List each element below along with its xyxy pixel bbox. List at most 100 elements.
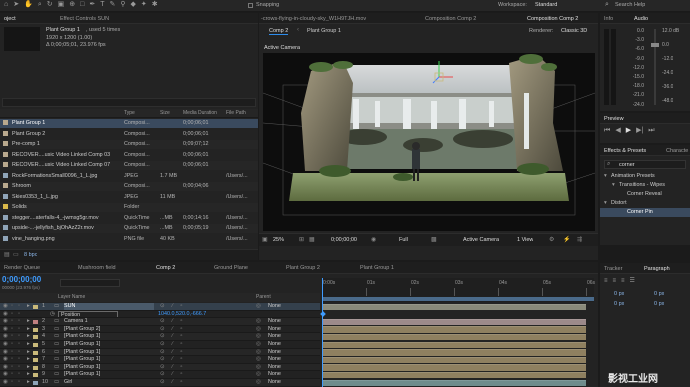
parent-select[interactable]: None — [268, 349, 308, 356]
tab-paragraph[interactable]: Paragraph — [644, 265, 670, 273]
layer-row[interactable]: ◉ ▫ ▫ ▸ 3 ▭ [Plant Group 2] ⊙ ∕ ▫ ◎ None — [0, 325, 320, 334]
search-help-input[interactable]: Search Help — [615, 2, 645, 8]
col-file-path[interactable]: File Path — [226, 110, 246, 116]
parent-select[interactable]: None — [268, 326, 308, 333]
visibility-eye-icon[interactable]: ◉ — [3, 364, 8, 371]
effects-tree-item[interactable]: Corner Pin — [600, 208, 690, 217]
lock-icon[interactable]: ▫ — [18, 318, 20, 325]
tab-tracker[interactable]: Tracker — [604, 265, 622, 273]
effects-tree-item[interactable]: ▾ Transitions - Wipes — [600, 181, 690, 190]
layer-row[interactable]: ◉ ▫ ▫ ▸ 8 ▭ [Plant Group 1] ⊙ ∕ ▫ ◎ None — [0, 363, 320, 372]
renderer-select[interactable]: Classic 3D — [561, 28, 587, 34]
switches-icons[interactable]: ⊙ ∕ ▫ — [160, 364, 185, 371]
pickwhip-icon[interactable]: ◎ — [256, 356, 261, 363]
roto-tool-icon[interactable]: ✦ — [141, 1, 147, 11]
lock-icon[interactable]: ▫ — [18, 303, 20, 310]
zoom-select[interactable]: 25% — [273, 237, 284, 243]
view-options-icon[interactable]: ⚙ — [549, 236, 554, 243]
parent-select[interactable]: None — [268, 333, 308, 340]
zoom-tool-icon[interactable]: ⌕ — [38, 1, 42, 11]
layer-name[interactable]: SUN — [64, 303, 154, 310]
label-color-swatch[interactable] — [33, 358, 38, 363]
always-preview-icon[interactable]: ▣ — [262, 236, 268, 243]
lock-icon[interactable]: ▫ — [18, 326, 20, 333]
tab-render-queue[interactable]: Render Queue — [4, 264, 40, 272]
layer-name[interactable]: [Plant Group 1] — [64, 356, 154, 363]
flowchart-icon[interactable]: ⇶ — [577, 236, 582, 243]
indent-left-value[interactable]: 0 px — [614, 291, 624, 297]
next-frame-icon[interactable]: ▶| — [636, 127, 643, 137]
layer-name[interactable]: [Plant Group 1] — [64, 333, 154, 340]
pickwhip-icon[interactable]: ◎ — [256, 318, 261, 325]
align-right-icon[interactable]: ≡ — [621, 277, 625, 285]
playhead-line[interactable] — [322, 278, 323, 387]
audio-icon[interactable]: ▫ — [11, 364, 13, 371]
label-color-swatch[interactable] — [33, 343, 38, 347]
expand-triangle-icon[interactable]: ▸ — [27, 318, 30, 325]
switches-icons[interactable]: ⊙ ∕ ▫ — [160, 326, 185, 333]
project-item[interactable]: vine_hanging.png PNG file 40 KB/Users/... — [0, 234, 258, 244]
breadcrumb-plant-group-1[interactable]: Plant Group 1 — [307, 28, 341, 34]
layer-duration-bar[interactable] — [322, 379, 586, 387]
camera-select[interactable]: Active Camera — [463, 237, 499, 243]
lock-icon[interactable]: ▫ — [18, 349, 20, 356]
layer-duration-bar[interactable] — [322, 318, 586, 326]
pickwhip-icon[interactable]: ◎ — [256, 333, 261, 340]
viewer-timecode[interactable]: 0;00;00;00 — [331, 237, 357, 243]
visibility-eye-icon[interactable]: ◉ — [3, 341, 8, 348]
project-item[interactable]: stegger....aterfalls-4_-jwmsg5gr.mov Quic… — [0, 213, 258, 223]
fast-preview-icon[interactable]: ⚡ — [563, 236, 570, 243]
project-search-bar[interactable] — [2, 98, 256, 107]
audio-icon[interactable]: ▫ — [11, 333, 13, 340]
audio-icon[interactable]: ▫ — [11, 356, 13, 363]
expand-triangle-icon[interactable]: ▸ — [27, 326, 30, 333]
home-icon[interactable]: ⌂ — [4, 1, 8, 11]
time-ruler[interactable]: 0:00s 01s 02s 03s 04s 05s 06s — [322, 278, 595, 302]
layer-duration-bar[interactable] — [322, 356, 586, 364]
col-layer-name[interactable]: Layer Name — [58, 294, 85, 300]
tab-effect-controls[interactable]: Effect Controls SUN — [60, 15, 109, 23]
col-media-duration[interactable]: Media Duration — [183, 110, 217, 116]
tab-preview[interactable]: Preview — [604, 115, 624, 123]
layer-row[interactable]: ◉ ▫ ▫ ▸ 7 ▭ [Plant Group 1] ⊙ ∕ ▫ ◎ None — [0, 356, 320, 364]
layer-row[interactable]: ◉ ▫ ▫ ▸ 4 ▭ [Plant Group 1] ⊙ ∕ ▫ ◎ None — [0, 333, 320, 341]
lock-icon[interactable]: ▫ — [18, 311, 20, 318]
lock-icon[interactable]: ▫ — [18, 356, 20, 363]
project-item[interactable]: RECOVER....usic Video Linked Comp 07 Comp… — [0, 161, 258, 170]
parent-select[interactable]: None — [268, 318, 308, 325]
clone-tool-icon[interactable]: ⚲ — [120, 1, 125, 11]
pickwhip-icon[interactable]: ◎ — [256, 371, 261, 378]
tab-info[interactable]: Info — [604, 15, 613, 23]
project-item[interactable]: RockFormationsSmall0096_1_L.jpg JPEG 1.7 M… — [0, 171, 258, 181]
project-item[interactable]: Pre-comp 1 Composi... 0;09;07;12 — [0, 140, 258, 149]
label-color-swatch[interactable] — [33, 305, 38, 309]
last-frame-icon[interactable]: ⏭ — [648, 127, 654, 137]
parent-select[interactable]: None — [268, 341, 308, 348]
lock-icon[interactable]: ▫ — [18, 371, 20, 378]
visibility-eye-icon[interactable]: ◉ — [3, 318, 8, 325]
parent-select[interactable]: None — [268, 303, 308, 310]
rotate-tool-icon[interactable]: ↻ — [47, 1, 53, 11]
label-color-swatch[interactable] — [33, 335, 38, 340]
tab-character[interactable]: Characte — [666, 147, 688, 155]
indent-right-value[interactable]: 0 px — [654, 291, 664, 297]
visibility-eye-icon[interactable]: ◉ — [3, 303, 8, 310]
tab-comp-2-b[interactable]: Composition Comp 2 — [527, 15, 578, 23]
switches-icons[interactable]: ⊙ ∕ ▫ — [160, 371, 185, 378]
project-item[interactable]: Solids Folder — [0, 203, 258, 212]
tab-ground-plane[interactable]: Ground Plane — [214, 264, 248, 272]
layer-name[interactable]: [Plant Group 1] — [64, 341, 154, 348]
visibility-eye-icon[interactable]: ◉ — [3, 333, 8, 340]
grid-icon[interactable]: ▦ — [309, 236, 315, 243]
switches-icons[interactable]: ⊙ ∕ ▫ — [160, 333, 185, 340]
label-color-swatch[interactable] — [33, 365, 38, 370]
tab-mushroom-field[interactable]: Mushroom field — [78, 264, 116, 272]
eraser-tool-icon[interactable]: ◆ — [131, 1, 136, 11]
project-item[interactable]: Shroom Composi... 0;00;04;06 — [0, 182, 258, 191]
label-color-swatch[interactable] — [33, 373, 38, 378]
expand-triangle-icon[interactable]: ▸ — [27, 333, 30, 340]
layer-duration-bar[interactable] — [322, 371, 586, 379]
project-item[interactable]: upside-...-jellyfish_bjOhAzZ2r.mov QuickT… — [0, 224, 258, 233]
effects-search-field[interactable]: ⌕ corner — [604, 160, 686, 169]
effects-tree-item[interactable]: ▾ Distort — [600, 199, 690, 208]
